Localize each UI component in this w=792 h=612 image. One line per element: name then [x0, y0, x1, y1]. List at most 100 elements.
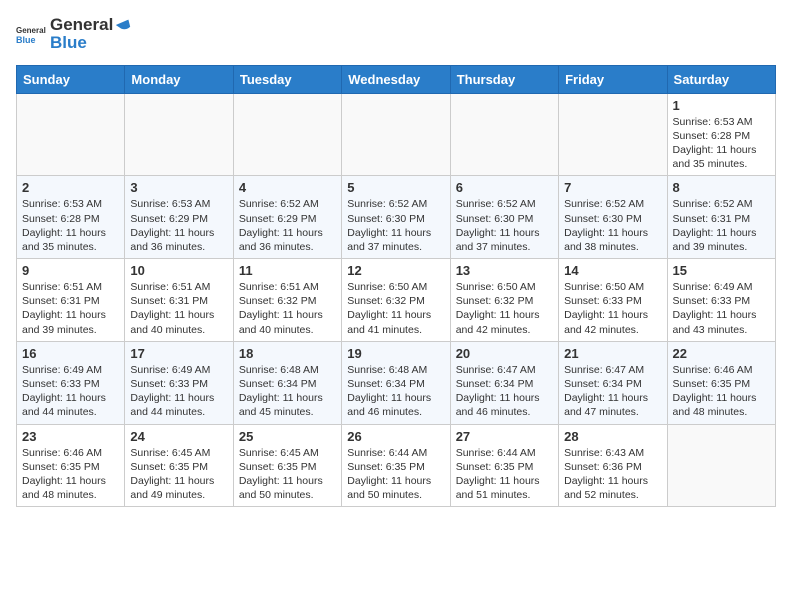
day-number: 28 [564, 429, 661, 444]
calendar-cell: 26 Sunrise: 6:44 AM Sunset: 6:35 PM Dayli… [342, 424, 450, 507]
calendar-cell: 28 Sunrise: 6:43 AM Sunset: 6:36 PM Dayli… [559, 424, 667, 507]
calendar-cell: 6 Sunrise: 6:52 AM Sunset: 6:30 PM Daylig… [450, 176, 558, 259]
day-number: 21 [564, 346, 661, 361]
column-header-wednesday: Wednesday [342, 65, 450, 93]
column-header-sunday: Sunday [17, 65, 125, 93]
page-header: General Blue General Blue [16, 16, 776, 53]
day-info: Sunrise: 6:43 AM Sunset: 6:36 PM Dayligh… [564, 446, 661, 503]
day-number: 6 [456, 180, 553, 195]
day-number: 27 [456, 429, 553, 444]
day-info: Sunrise: 6:51 AM Sunset: 6:32 PM Dayligh… [239, 280, 336, 337]
calendar-cell: 20 Sunrise: 6:47 AM Sunset: 6:34 PM Dayli… [450, 341, 558, 424]
svg-text:General: General [16, 26, 46, 35]
day-info: Sunrise: 6:53 AM Sunset: 6:28 PM Dayligh… [22, 197, 119, 254]
logo-graphic-icon: General Blue [16, 19, 46, 49]
calendar-cell: 14 Sunrise: 6:50 AM Sunset: 6:33 PM Dayli… [559, 259, 667, 342]
day-info: Sunrise: 6:49 AM Sunset: 6:33 PM Dayligh… [130, 363, 227, 420]
calendar-week-row: 9 Sunrise: 6:51 AM Sunset: 6:31 PM Daylig… [17, 259, 776, 342]
day-info: Sunrise: 6:47 AM Sunset: 6:34 PM Dayligh… [456, 363, 553, 420]
logo: General Blue General Blue [16, 16, 132, 53]
day-info: Sunrise: 6:52 AM Sunset: 6:30 PM Dayligh… [564, 197, 661, 254]
day-number: 2 [22, 180, 119, 195]
calendar-cell: 15 Sunrise: 6:49 AM Sunset: 6:33 PM Dayli… [667, 259, 775, 342]
day-info: Sunrise: 6:53 AM Sunset: 6:29 PM Dayligh… [130, 197, 227, 254]
calendar-cell [450, 93, 558, 176]
calendar-week-row: 16 Sunrise: 6:49 AM Sunset: 6:33 PM Dayli… [17, 341, 776, 424]
logo-general-text: General [50, 15, 113, 34]
calendar-cell: 27 Sunrise: 6:44 AM Sunset: 6:35 PM Dayli… [450, 424, 558, 507]
calendar-cell [342, 93, 450, 176]
day-number: 16 [22, 346, 119, 361]
calendar-cell: 13 Sunrise: 6:50 AM Sunset: 6:32 PM Dayli… [450, 259, 558, 342]
day-number: 20 [456, 346, 553, 361]
column-header-thursday: Thursday [450, 65, 558, 93]
calendar-cell [125, 93, 233, 176]
column-header-saturday: Saturday [667, 65, 775, 93]
day-number: 7 [564, 180, 661, 195]
day-info: Sunrise: 6:50 AM Sunset: 6:33 PM Dayligh… [564, 280, 661, 337]
day-info: Sunrise: 6:51 AM Sunset: 6:31 PM Dayligh… [130, 280, 227, 337]
day-info: Sunrise: 6:46 AM Sunset: 6:35 PM Dayligh… [673, 363, 770, 420]
calendar-cell: 2 Sunrise: 6:53 AM Sunset: 6:28 PM Daylig… [17, 176, 125, 259]
day-info: Sunrise: 6:44 AM Sunset: 6:35 PM Dayligh… [347, 446, 444, 503]
day-info: Sunrise: 6:49 AM Sunset: 6:33 PM Dayligh… [22, 363, 119, 420]
day-number: 9 [22, 263, 119, 278]
day-number: 18 [239, 346, 336, 361]
calendar-cell: 12Sunrise: 6:50 AM Sunset: 6:32 PM Dayli… [342, 259, 450, 342]
day-number: 8 [673, 180, 770, 195]
day-info: Sunrise: 6:48 AM Sunset: 6:34 PM Dayligh… [239, 363, 336, 420]
day-info: Sunrise: 6:52 AM Sunset: 6:30 PM Dayligh… [347, 197, 444, 254]
calendar-week-row: 1 Sunrise: 6:53 AM Sunset: 6:28 PM Daylig… [17, 93, 776, 176]
calendar-cell: 8 Sunrise: 6:52 AM Sunset: 6:31 PM Daylig… [667, 176, 775, 259]
calendar-cell: 5 Sunrise: 6:52 AM Sunset: 6:30 PM Daylig… [342, 176, 450, 259]
day-number: 15 [673, 263, 770, 278]
day-number: 13 [456, 263, 553, 278]
column-header-monday: Monday [125, 65, 233, 93]
calendar-week-row: 2 Sunrise: 6:53 AM Sunset: 6:28 PM Daylig… [17, 176, 776, 259]
calendar-cell: 3 Sunrise: 6:53 AM Sunset: 6:29 PM Daylig… [125, 176, 233, 259]
calendar-cell: 4Sunrise: 6:52 AM Sunset: 6:29 PM Daylig… [233, 176, 341, 259]
calendar-cell: 22 Sunrise: 6:46 AM Sunset: 6:35 PM Dayli… [667, 341, 775, 424]
calendar-cell: 7 Sunrise: 6:52 AM Sunset: 6:30 PM Daylig… [559, 176, 667, 259]
calendar-cell: 16 Sunrise: 6:49 AM Sunset: 6:33 PM Dayli… [17, 341, 125, 424]
calendar-cell: 11Sunrise: 6:51 AM Sunset: 6:32 PM Dayli… [233, 259, 341, 342]
calendar-cell: 23Sunrise: 6:46 AM Sunset: 6:35 PM Dayli… [17, 424, 125, 507]
day-number: 22 [673, 346, 770, 361]
day-number: 17 [130, 346, 227, 361]
calendar-cell: 24 Sunrise: 6:45 AM Sunset: 6:35 PM Dayli… [125, 424, 233, 507]
day-number: 25 [239, 429, 336, 444]
day-number: 1 [673, 98, 770, 113]
day-number: 23 [22, 429, 119, 444]
day-number: 5 [347, 180, 444, 195]
calendar-cell [17, 93, 125, 176]
day-info: Sunrise: 6:52 AM Sunset: 6:30 PM Dayligh… [456, 197, 553, 254]
calendar-cell: 21 Sunrise: 6:47 AM Sunset: 6:34 PM Dayli… [559, 341, 667, 424]
day-number: 3 [130, 180, 227, 195]
day-number: 19 [347, 346, 444, 361]
calendar-cell: 1 Sunrise: 6:53 AM Sunset: 6:28 PM Daylig… [667, 93, 775, 176]
day-info: Sunrise: 6:44 AM Sunset: 6:35 PM Dayligh… [456, 446, 553, 503]
day-info: Sunrise: 6:50 AM Sunset: 6:32 PM Dayligh… [347, 280, 444, 337]
day-number: 14 [564, 263, 661, 278]
day-info: Sunrise: 6:45 AM Sunset: 6:35 PM Dayligh… [130, 446, 227, 503]
day-number: 24 [130, 429, 227, 444]
day-info: Sunrise: 6:50 AM Sunset: 6:32 PM Dayligh… [456, 280, 553, 337]
day-info: Sunrise: 6:52 AM Sunset: 6:29 PM Dayligh… [239, 197, 336, 254]
calendar-cell: 25Sunrise: 6:45 AM Sunset: 6:35 PM Dayli… [233, 424, 341, 507]
svg-text:Blue: Blue [16, 35, 36, 45]
day-info: Sunrise: 6:53 AM Sunset: 6:28 PM Dayligh… [673, 115, 770, 172]
calendar-cell [559, 93, 667, 176]
calendar-cell: 18 Sunrise: 6:48 AM Sunset: 6:34 PM Dayli… [233, 341, 341, 424]
day-info: Sunrise: 6:48 AM Sunset: 6:34 PM Dayligh… [347, 363, 444, 420]
day-info: Sunrise: 6:47 AM Sunset: 6:34 PM Dayligh… [564, 363, 661, 420]
calendar-cell: 10Sunrise: 6:51 AM Sunset: 6:31 PM Dayli… [125, 259, 233, 342]
logo-bird-icon [114, 17, 132, 33]
column-header-friday: Friday [559, 65, 667, 93]
calendar-cell [667, 424, 775, 507]
day-info: Sunrise: 6:49 AM Sunset: 6:33 PM Dayligh… [673, 280, 770, 337]
calendar-cell: 19 Sunrise: 6:48 AM Sunset: 6:34 PM Dayli… [342, 341, 450, 424]
day-info: Sunrise: 6:52 AM Sunset: 6:31 PM Dayligh… [673, 197, 770, 254]
day-info: Sunrise: 6:51 AM Sunset: 6:31 PM Dayligh… [22, 280, 119, 337]
column-header-tuesday: Tuesday [233, 65, 341, 93]
day-number: 26 [347, 429, 444, 444]
